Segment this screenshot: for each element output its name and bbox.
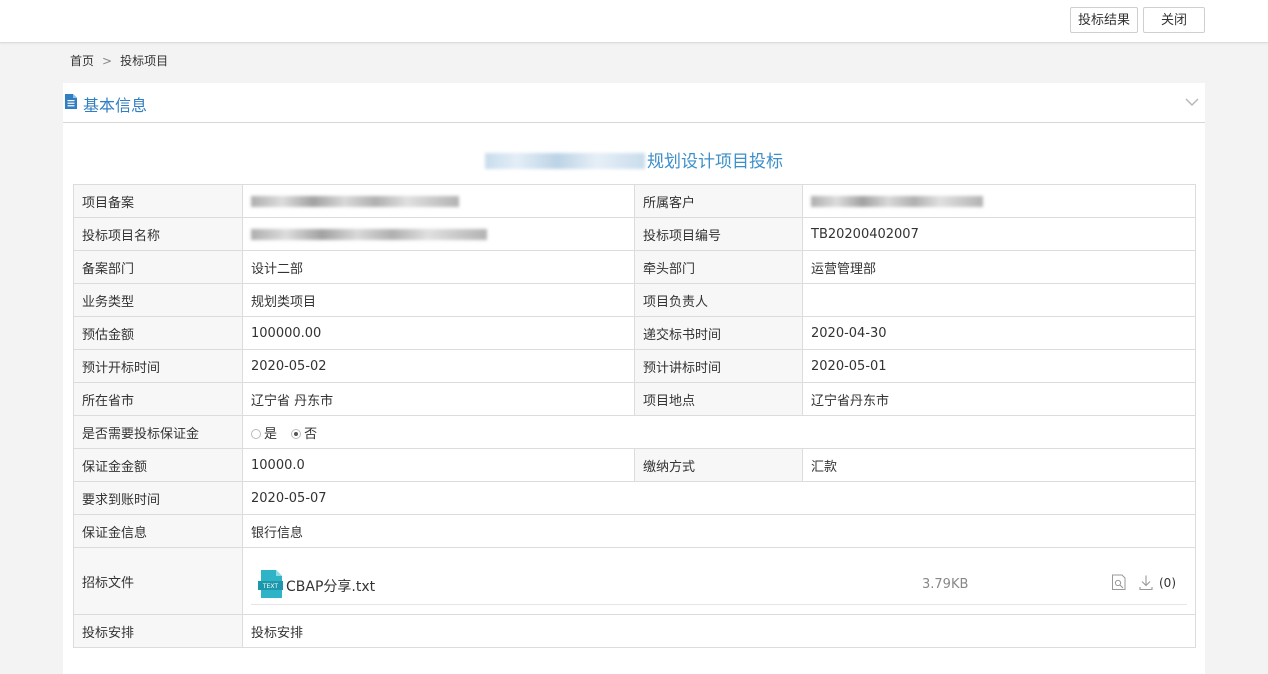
field-value: 100000.00: [242, 316, 635, 350]
field-label: 项目地点: [634, 382, 803, 416]
field-value: 2020-04-30: [802, 316, 1196, 350]
redacted-text: [251, 228, 487, 240]
field-value: 辽宁省丹东市: [802, 382, 1196, 416]
field-label: 业务类型: [73, 283, 243, 317]
chevron-down-icon[interactable]: [1185, 97, 1199, 107]
field-value: 辽宁省 丹东市: [242, 382, 635, 416]
project-title: 规划设计项目投标: [63, 147, 1205, 172]
table-row: 投标安排 投标安排: [73, 614, 1196, 648]
file-text-icon: TEXT: [258, 570, 283, 598]
table-row: 是否需要投标保证金 是 否: [73, 415, 1196, 449]
breadcrumb-current: 投标项目: [120, 54, 169, 68]
download-icon[interactable]: [1138, 574, 1154, 591]
field-label: 缴纳方式: [634, 448, 803, 482]
breadcrumb-home[interactable]: 首页: [70, 54, 94, 68]
field-value: TB20200402007: [802, 217, 1196, 251]
field-value: 规划类项目: [242, 283, 635, 317]
field-value: 2020-05-07: [242, 481, 1196, 515]
field-label: 保证金金额: [73, 448, 243, 482]
field-label: 是否需要投标保证金: [73, 415, 243, 449]
document-icon: [65, 94, 77, 109]
radio-no[interactable]: [291, 428, 302, 439]
field-label: 招标文件: [73, 547, 243, 615]
tender-files-cell: TEXT CBAP分享.txt 3.79KB (0): [242, 547, 1196, 615]
field-value: 运营管理部: [802, 250, 1196, 284]
field-value: 2020-05-02: [242, 349, 635, 383]
redacted-text: [811, 195, 983, 207]
field-label: 投标项目编号: [634, 217, 803, 251]
field-label: 投标项目名称: [73, 217, 243, 251]
table-row: 保证金金额 10000.0 缴纳方式 汇款: [73, 448, 1196, 482]
panel-header: 基本信息: [63, 83, 1205, 123]
bid-result-button[interactable]: 投标结果: [1070, 7, 1138, 33]
field-label: 预估金额: [73, 316, 243, 350]
field-value: 银行信息: [242, 514, 1196, 548]
redacted-text: [485, 153, 645, 169]
radio-yes[interactable]: [251, 428, 261, 439]
field-label: 保证金信息: [73, 514, 243, 548]
field-label: 预计讲标时间: [634, 349, 803, 383]
redacted-text: [251, 195, 459, 207]
file-item: TEXT CBAP分享.txt 3.79KB (0): [251, 560, 1187, 605]
section-title: 基本信息: [83, 96, 148, 115]
radio-yes-label: 是: [264, 426, 278, 442]
table-row: 业务类型 规划类项目 项目负责人: [73, 283, 1196, 317]
field-value: 设计二部: [242, 250, 635, 284]
field-label: 牵头部门: [634, 250, 803, 284]
breadcrumb: 首页 > 投标项目: [70, 52, 168, 69]
table-row: 预估金额 100000.00 递交标书时间 2020-04-30: [73, 316, 1196, 350]
close-button[interactable]: 关闭: [1143, 7, 1205, 33]
file-badge: TEXT: [262, 583, 278, 590]
field-label: 备案部门: [73, 250, 243, 284]
field-label: 要求到账时间: [73, 481, 243, 515]
table-row: 招标文件 TEXT CBAP分享.txt 3.79KB (0): [73, 547, 1196, 615]
field-label: 递交标书时间: [634, 316, 803, 350]
field-label: 所在省市: [73, 382, 243, 416]
field-value: 10000.0: [242, 448, 635, 482]
field-label: 所属客户: [634, 184, 803, 218]
table-row: 备案部门 设计二部 牵头部门 运营管理部: [73, 250, 1196, 284]
file-list: TEXT CBAP分享.txt 3.79KB (0): [244, 550, 1195, 612]
project-info-table: 项目备案 所属客户 投标项目名称 投标项目编号 TB20200402007 备案…: [73, 184, 1196, 648]
field-label: 项目负责人: [634, 283, 803, 317]
table-row: 项目备案 所属客户: [73, 184, 1196, 218]
breadcrumb-separator: >: [102, 54, 113, 68]
download-count: (0): [1159, 576, 1176, 590]
project-title-suffix: 规划设计项目投标: [647, 152, 783, 172]
field-value: 汇款: [802, 448, 1196, 482]
field-value-redacted: [802, 184, 1196, 218]
field-value: 2020-05-01: [802, 349, 1196, 383]
top-toolbar: 投标结果 关闭: [0, 0, 1268, 43]
file-name-link[interactable]: CBAP分享.txt: [286, 576, 375, 596]
file-size: 3.79KB: [922, 577, 969, 592]
table-row: 预计开标时间 2020-05-02 预计讲标时间 2020-05-01: [73, 349, 1196, 383]
field-label: 投标安排: [73, 614, 243, 648]
field-label: 预计开标时间: [73, 349, 243, 383]
table-row: 要求到账时间 2020-05-07: [73, 481, 1196, 515]
field-value-redacted: [242, 217, 635, 251]
table-row: 保证金信息 银行信息: [73, 514, 1196, 548]
field-value: 投标安排: [242, 614, 1196, 648]
table-row: 所在省市 辽宁省 丹东市 项目地点 辽宁省丹东市: [73, 382, 1196, 416]
deposit-required-radio-group: 是 否: [242, 415, 1196, 449]
radio-no-label: 否: [304, 426, 318, 442]
field-value: [802, 283, 1196, 317]
field-value-redacted: [242, 184, 635, 218]
table-row: 投标项目名称 投标项目编号 TB20200402007: [73, 217, 1196, 251]
preview-icon[interactable]: [1111, 574, 1127, 591]
field-label: 项目备案: [73, 184, 243, 218]
basic-info-panel: 基本信息 规划设计项目投标 项目备案 所属客户 投标项目名称 投标项目编号 TB…: [63, 83, 1205, 674]
